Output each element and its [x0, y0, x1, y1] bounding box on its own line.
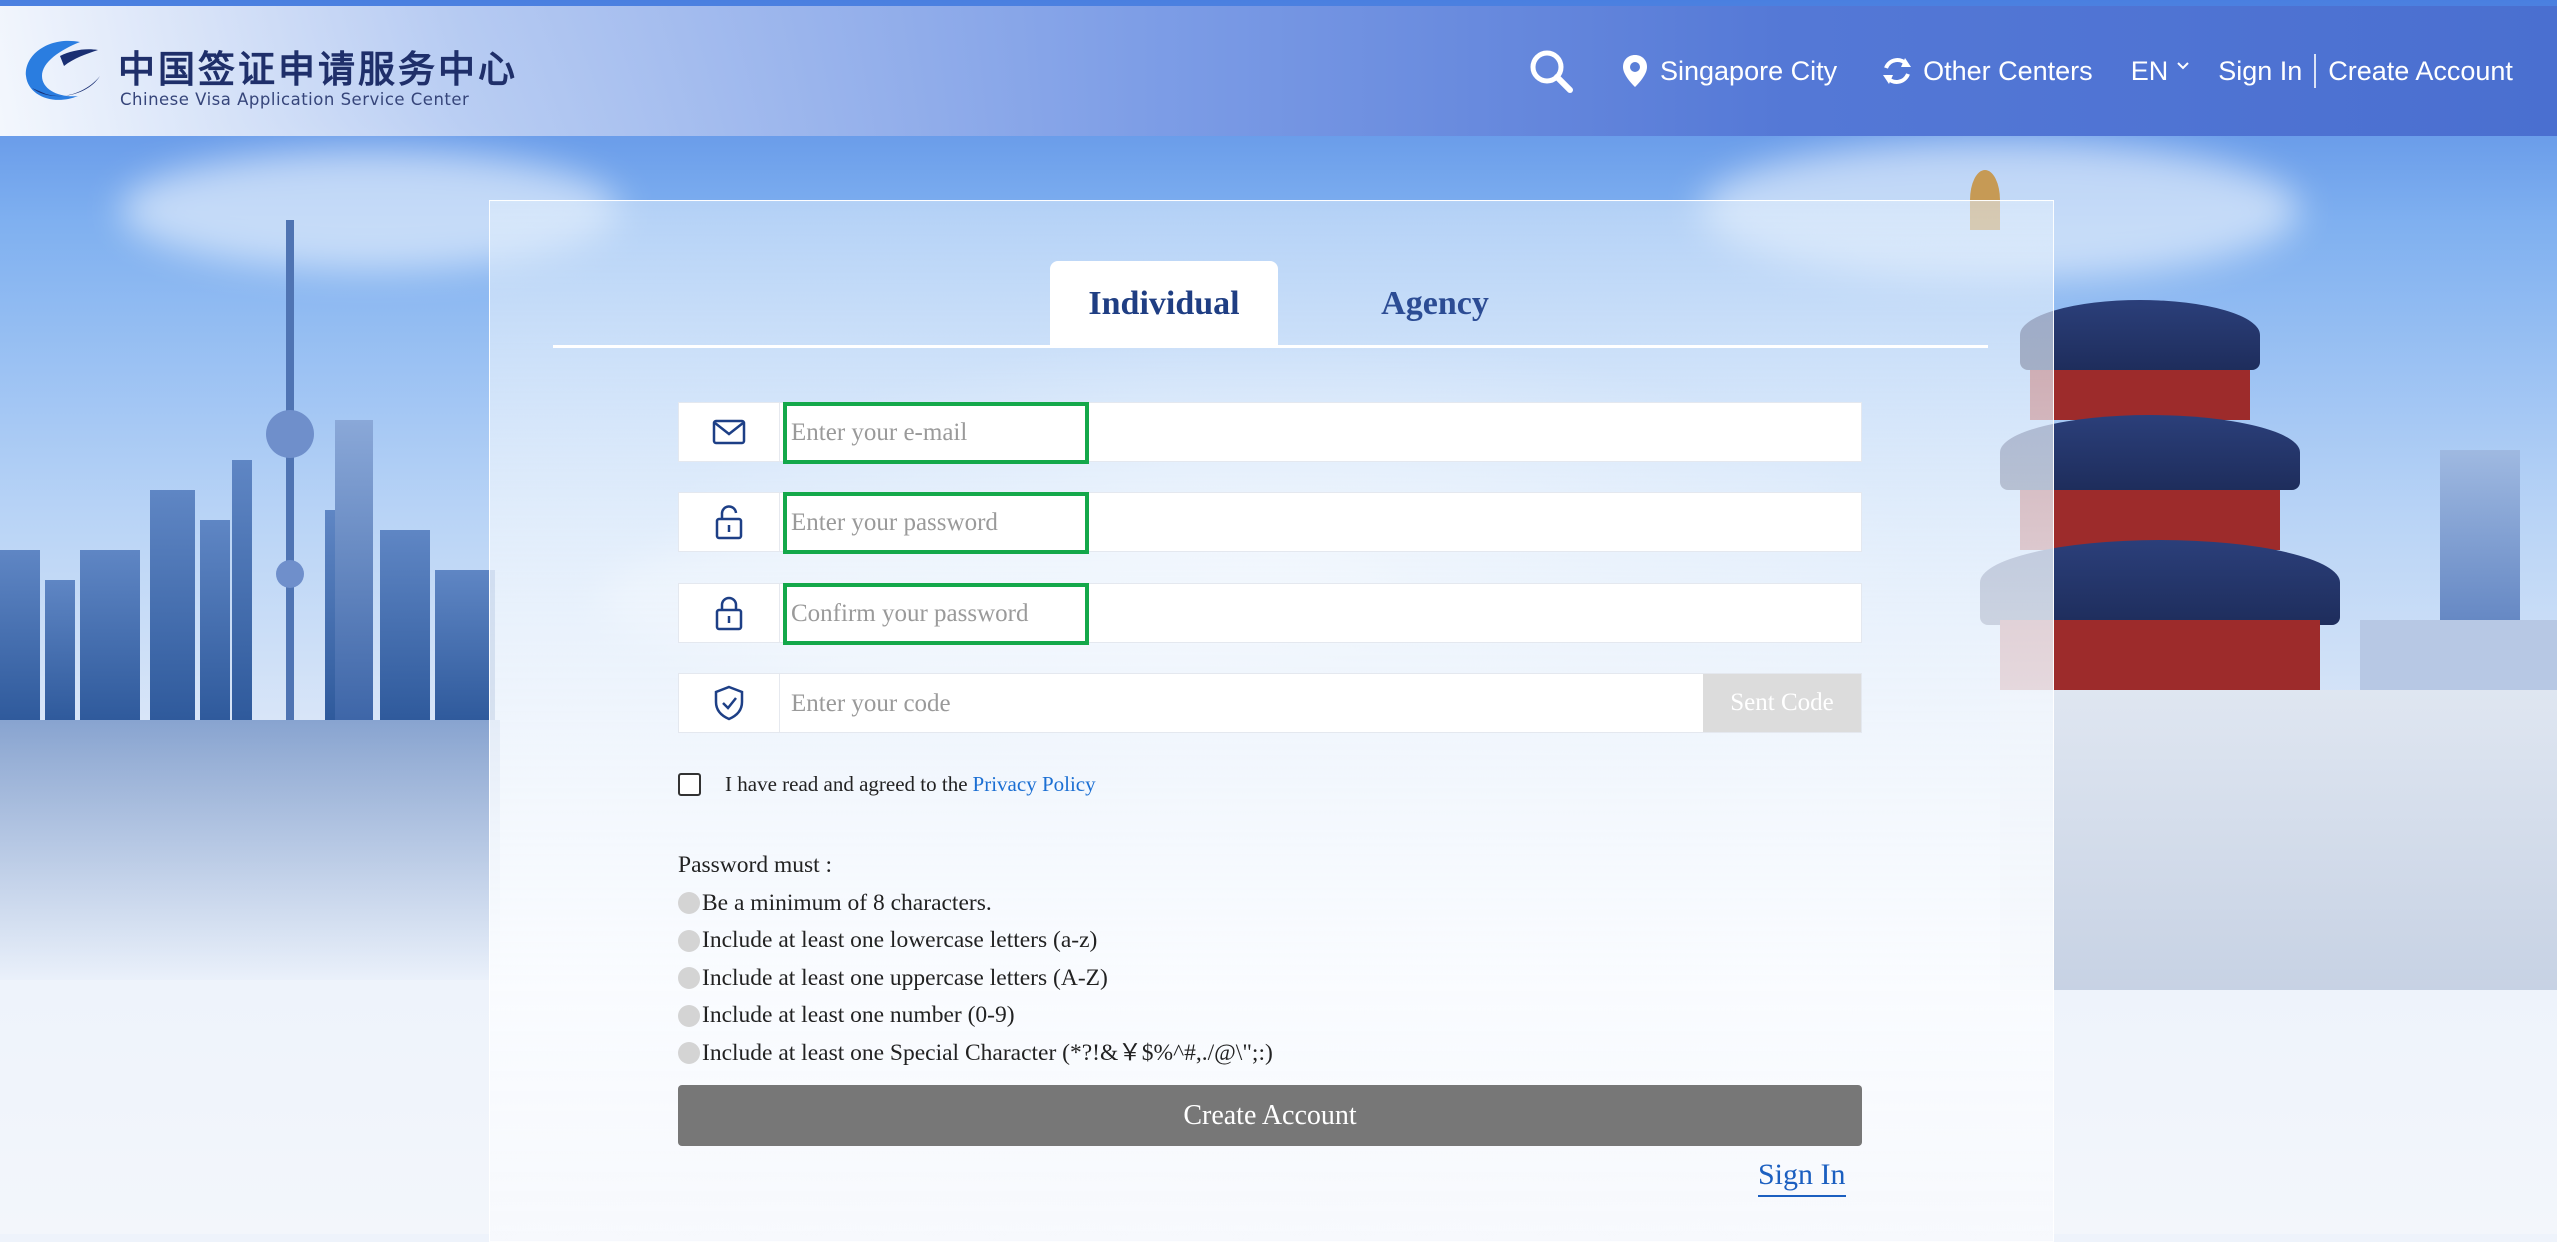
logo-english-text: Chinese Visa Application Service Center: [120, 90, 470, 109]
sign-in-link[interactable]: Sign In: [1758, 1155, 1846, 1197]
temple-of-heaven: [1970, 150, 2557, 990]
location-link[interactable]: Singapore City: [1660, 56, 1837, 87]
rule-status-dot: [678, 1004, 700, 1027]
code-input[interactable]: [789, 674, 1653, 734]
other-centers-link[interactable]: Other Centers: [1923, 56, 2093, 87]
create-account-button[interactable]: Create Account: [678, 1085, 1862, 1146]
email-input[interactable]: [789, 403, 1833, 463]
rule-status-dot: [678, 967, 700, 990]
logo-icon: [25, 40, 100, 100]
shield-check-icon: [714, 685, 744, 721]
rule-item: Include at least one Special Character (…: [678, 1035, 1273, 1073]
city-skyline: [0, 220, 500, 720]
password-input[interactable]: [789, 493, 1833, 553]
unlock-icon: [715, 505, 743, 540]
logo-chinese-text: 中国签证申请服务中心: [118, 47, 518, 91]
refresh-icon: [1883, 58, 1912, 84]
header-create-account-link[interactable]: Create Account: [2328, 56, 2513, 87]
tab-individual[interactable]: Individual: [1050, 261, 1278, 347]
envelope-icon: [712, 419, 746, 445]
privacy-policy-link[interactable]: Privacy Policy: [973, 772, 1096, 797]
rule-item: Include at least one uppercase letters (…: [678, 960, 1273, 998]
location-pin-icon: [1623, 55, 1647, 87]
password-field: [678, 492, 1862, 553]
rule-status-dot: [678, 929, 700, 952]
top-header: 中国签证申请服务中心 Chinese Visa Application Serv…: [0, 6, 2557, 136]
rule-status-dot: [678, 892, 700, 915]
agree-checkbox[interactable]: [678, 773, 701, 796]
code-field: Sent Code: [678, 673, 1862, 734]
rule-item: Include at least one lowercase letters (…: [678, 922, 1273, 960]
rule-item: Be a minimum of 8 characters.: [678, 885, 1273, 923]
confirm-password-input[interactable]: [789, 584, 1833, 644]
language-selector[interactable]: EN: [2131, 56, 2169, 87]
header-nav: Singapore City Other Centers EN Sign In …: [1528, 6, 2513, 136]
nav-divider: [2314, 54, 2317, 88]
header-sign-in-link[interactable]: Sign In: [2218, 56, 2302, 87]
tab-agency[interactable]: Agency: [1320, 261, 1550, 347]
password-rules: Password must : Be a minimum of 8 charac…: [678, 847, 1273, 1072]
rules-title: Password must :: [678, 852, 833, 878]
confirm-password-field: [678, 583, 1862, 644]
lock-icon: [715, 596, 743, 631]
rule-item: Include at least one number (0-9): [678, 997, 1273, 1035]
privacy-agreement: I have read and agreed to the Privacy Po…: [678, 772, 1096, 797]
tab-underline: [553, 345, 1988, 348]
chevron-down-icon[interactable]: [2176, 61, 2190, 71]
search-icon[interactable]: [1528, 48, 1574, 94]
rule-status-dot: [678, 1042, 700, 1065]
agree-text: I have read and agreed to the: [725, 772, 968, 796]
sent-code-button[interactable]: Sent Code: [1703, 674, 1861, 732]
email-field: [678, 402, 1862, 463]
